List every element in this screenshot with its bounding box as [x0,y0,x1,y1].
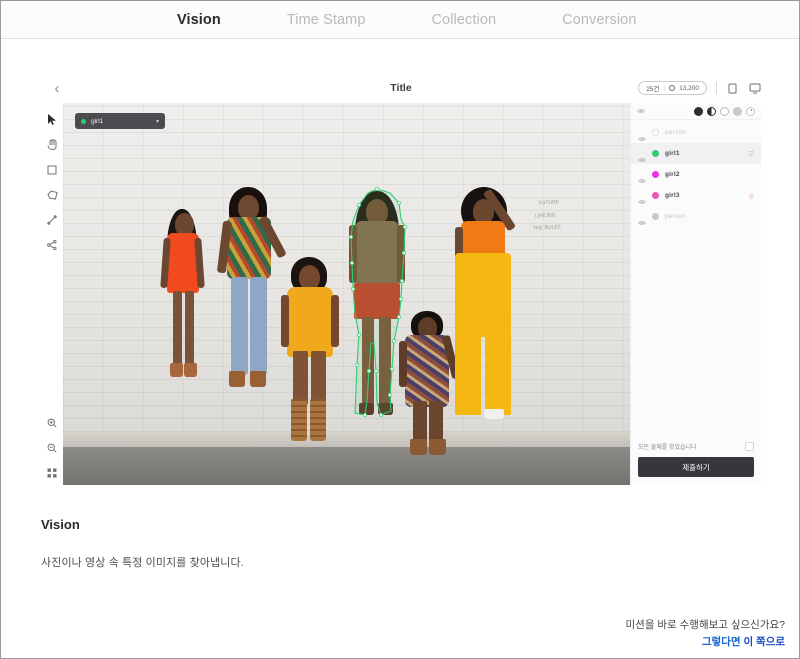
chevron-left-icon[interactable]: ‹ [49,80,65,96]
page-body: ‹ Title 25건 | 13,200 FUTURE LIFE BIG THE… [1,39,799,658]
object-action-icon[interactable]: ◎ [748,192,754,200]
pan-hand-tool[interactable] [46,138,59,151]
app-window: Vision Time Stamp Collection Conversion … [0,0,800,659]
object-row-girl3[interactable]: girl3 ◎ [631,185,761,206]
description-title: Vision [41,517,80,532]
photo-brick-wall [63,103,630,432]
opacity-half-button[interactable] [707,106,716,116]
object-label: girl3 [665,192,680,199]
found-all-objects-checkbox[interactable] [745,442,754,451]
footer-link-prefix: 그렇다면 [701,635,744,648]
cursor-tool[interactable] [46,113,59,126]
mobile-preview-icon[interactable] [726,82,739,95]
wall-scribble-1: FUTURE [538,199,560,207]
workspace-header-actions: 25건 | 13,200 [638,81,761,95]
object-label: person [665,213,687,220]
opacity-dot-button[interactable] [733,106,742,116]
items-count-label: 25건 [646,86,660,93]
left-toolbar [41,103,63,485]
polygon-tool[interactable] [46,188,59,201]
eye-icon[interactable] [638,129,646,141]
wall-scribble-2: LIFE BIG [534,212,556,220]
share-node-tool[interactable] [46,238,59,251]
objects-side-panel: person girl1 ☰ girl2 girl3 ◎ person 모든 물… [630,103,761,485]
found-all-objects-label: 모든 물체를 찾았습니다 [638,445,697,451]
footer-link-emphasis: 이 쪽으로 [743,635,785,648]
footer-cta: 미션을 바로 수행해보고 싶으신가요? 그렇다면 이 쪽으로 [626,617,786,650]
panel-opacity-controls [631,103,761,120]
object-row-girl2[interactable]: girl2 [631,164,761,185]
photo-road [63,446,630,485]
object-color-swatch [652,129,659,136]
object-color-swatch [652,192,659,199]
left-toolbar-bottom [41,416,63,479]
label-dropdown-value: girl1 [91,117,104,125]
eye-icon[interactable] [637,107,645,115]
chevron-down-icon: ▾ [155,118,159,125]
footer-link[interactable]: 그렇다면 이 쪽으로 [626,634,785,650]
header-divider [716,82,717,94]
object-list: person girl1 ☰ girl2 girl3 ◎ person [631,120,761,227]
description-text: 사진이나 영상 속 특정 이미지를 찾아냅니다. [41,557,244,569]
pill-separator: | [663,84,666,92]
opacity-timer-button[interactable] [746,106,755,116]
desktop-preview-icon[interactable] [748,82,761,95]
eye-icon[interactable] [638,150,646,162]
annotation-workspace: ‹ Title 25건 | 13,200 FUTURE LIFE BIG THE… [41,77,761,485]
tab-time-stamp[interactable]: Time Stamp [287,12,366,28]
label-color-dot [81,118,86,124]
fit-to-screen-tool[interactable] [46,466,59,479]
bounding-box-tool[interactable] [46,163,59,176]
opacity-empty-button[interactable] [720,106,729,116]
coin-icon [669,85,676,91]
label-dropdown[interactable]: girl1 ▾ [75,113,165,129]
found-all-objects-row: 모든 물체를 찾았습니다 [638,442,754,451]
object-row-person-1[interactable]: person [631,122,761,143]
zoom-in-tool[interactable] [46,416,59,429]
object-label: girl1 [665,150,680,157]
panel-footer: 모든 물체를 찾았습니다 제출하기 [631,436,761,485]
eye-icon[interactable] [638,192,646,204]
photo-curb [63,431,630,447]
object-color-swatch [652,150,659,157]
main-tab-bar: Vision Time Stamp Collection Conversion [1,1,799,39]
object-row-girl1[interactable]: girl1 ☰ [631,143,761,164]
line-tool[interactable] [46,213,59,226]
opacity-solid-button[interactable] [694,106,703,116]
count-points-pill: 25건 | 13,200 [638,81,707,95]
footer-question: 미션을 바로 수행해보고 싶으신가요? [625,619,786,632]
image-canvas[interactable]: FUTURE LIFE BIG THE RULES girl1 ▾ [63,103,630,485]
object-row-person-2[interactable]: person [631,206,761,227]
tab-vision[interactable]: Vision [177,12,221,28]
object-color-swatch [652,171,659,178]
object-color-swatch [652,213,659,220]
tab-collection[interactable]: Collection [431,12,496,28]
description-block: Vision 사진이나 영상 속 특정 이미지를 찾아냅니다. [41,517,759,570]
object-label: girl2 [665,171,680,178]
eye-icon[interactable] [638,213,646,225]
zoom-out-tool[interactable] [46,441,59,454]
canvas-row: FUTURE LIFE BIG THE RULES girl1 ▾ person… [41,103,761,485]
workspace-header: ‹ Title 25건 | 13,200 [41,77,761,99]
submit-button[interactable]: 제출하기 [638,457,754,477]
eye-icon[interactable] [638,171,646,183]
points-label: 13,200 [679,84,699,92]
object-action-icon[interactable]: ☰ [748,150,754,158]
object-label: person [665,129,687,136]
tab-conversion[interactable]: Conversion [562,12,636,28]
